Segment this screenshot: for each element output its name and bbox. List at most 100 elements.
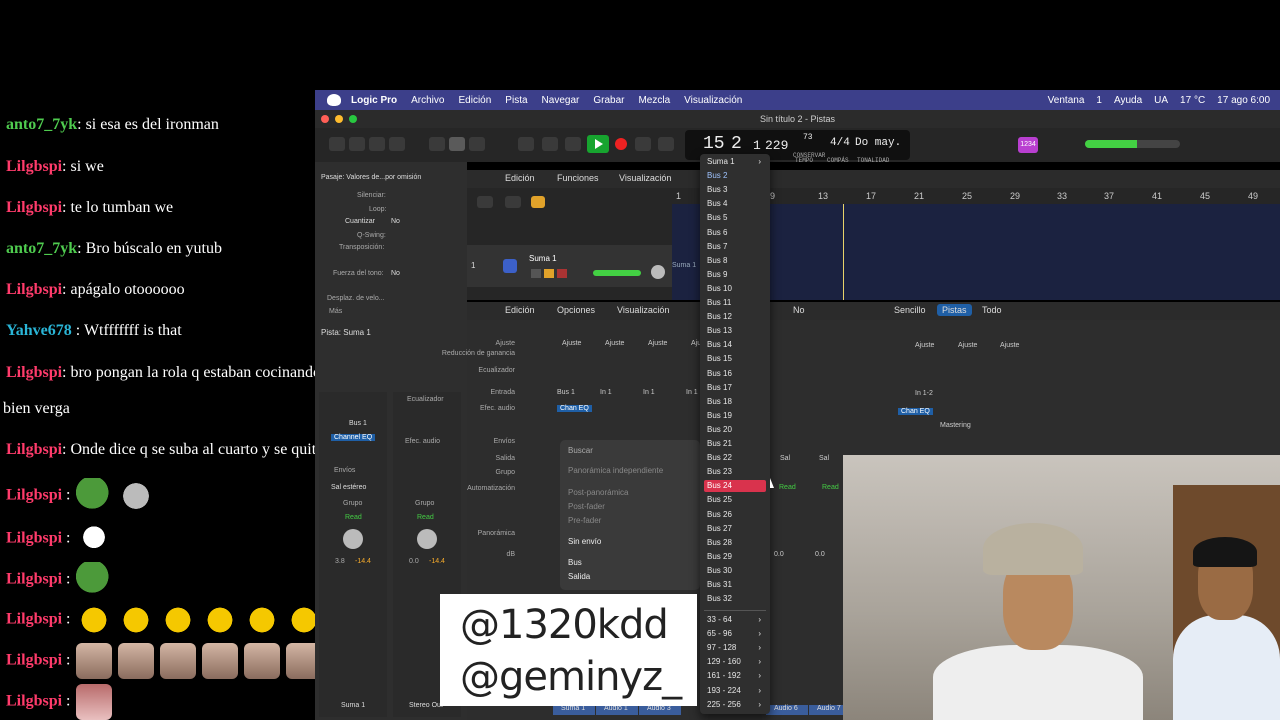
forward-icon[interactable]: [542, 137, 558, 151]
region-name[interactable]: Suma 1: [672, 262, 696, 269]
channel-name[interactable]: Audio 6: [774, 705, 798, 712]
solo-global-icon[interactable]: [531, 196, 545, 208]
bus-range-submenu[interactable]: 129 - 160 ›: [704, 656, 766, 668]
input-source[interactable]: UA: [1154, 95, 1168, 106]
bus-menu-item[interactable]: Bus 30: [704, 565, 766, 577]
bus-menu-item[interactable]: Bus 32: [704, 593, 766, 605]
send-item-bus[interactable]: Bus: [568, 558, 582, 567]
smart-controls-icon[interactable]: [429, 137, 445, 151]
mixer-icon[interactable]: [449, 137, 465, 151]
track-record-icon[interactable]: [557, 269, 567, 278]
bus-menu-item[interactable]: Bus 29: [704, 551, 766, 563]
mixer-input-in1-2[interactable]: In 1-2: [915, 390, 933, 397]
track-row[interactable]: 1 Suma 1: [467, 245, 672, 287]
bus-menu-item[interactable]: Bus 17: [704, 382, 766, 394]
bus-range-submenu[interactable]: 193 - 224 ›: [704, 685, 766, 697]
send-search-input[interactable]: Buscar: [568, 446, 593, 455]
mixer-input-slot[interactable]: In 1: [643, 389, 655, 396]
ajuste-slot[interactable]: Ajuste: [958, 342, 977, 349]
mixer-chan-eq[interactable]: Chan EQ: [557, 405, 592, 412]
tracks-menu-visualizacion[interactable]: Visualización: [619, 173, 671, 183]
mixer-chan-eq-2[interactable]: Chan EQ: [898, 408, 933, 415]
mixer-output-slot[interactable]: Sal: [780, 455, 790, 462]
bus-range-submenu[interactable]: 161 - 192 ›: [704, 670, 766, 682]
ajuste-slot[interactable]: Ajuste: [648, 340, 667, 347]
mixer-menu-edicion[interactable]: Edición: [505, 305, 535, 315]
send-item-postfader[interactable]: Post-fader: [568, 502, 605, 511]
menu-navegar[interactable]: Navegar: [542, 95, 580, 106]
ajuste-slot[interactable]: Ajuste: [605, 340, 624, 347]
bus-menu-item[interactable]: Bus 12: [704, 311, 766, 323]
bus-range-submenu[interactable]: 97 - 128 ›: [704, 642, 766, 654]
menu-pista[interactable]: Pista: [505, 95, 527, 106]
mixer-menu-opciones[interactable]: Opciones: [557, 305, 595, 315]
bus-menu-item[interactable]: Bus 10: [704, 283, 766, 295]
bus-menu-item[interactable]: Bus 2: [704, 170, 766, 182]
send-item-salida[interactable]: Salida: [568, 572, 590, 581]
mixer-mastering[interactable]: Mastering: [940, 422, 971, 429]
editors-icon[interactable]: [469, 137, 485, 151]
help-icon[interactable]: [369, 137, 385, 151]
bus-menu-item[interactable]: Bus 4: [704, 198, 766, 210]
mixer-filter-value[interactable]: No: [793, 305, 805, 315]
close-window-icon[interactable]: [321, 115, 329, 123]
bus-range-submenu[interactable]: 225 - 256 ›: [704, 699, 766, 711]
mixer-input-slot[interactable]: In 1: [686, 389, 698, 396]
ajuste-slot[interactable]: Ajuste: [915, 342, 934, 349]
bus-menu-item[interactable]: Bus 18: [704, 396, 766, 408]
bus-menu-item[interactable]: Bus 22: [704, 452, 766, 464]
mixer-automation-read[interactable]: Read: [779, 484, 796, 491]
track-volume-slider[interactable]: [593, 270, 641, 276]
track-solo-icon[interactable]: [544, 269, 554, 278]
send-item-sin-envio[interactable]: Sin envío: [568, 537, 601, 546]
menu-archivo[interactable]: Archivo: [411, 95, 444, 106]
weather-status[interactable]: 17 °C: [1180, 95, 1205, 106]
mixer-menu-visualizacion[interactable]: Visualización: [617, 305, 669, 315]
menu-visualizacion[interactable]: Visualización: [684, 95, 742, 106]
bus-range-submenu[interactable]: 65 - 96 ›: [704, 628, 766, 640]
menu-edicion[interactable]: Edición: [458, 95, 491, 106]
bus-menu-item[interactable]: Bus 7: [704, 241, 766, 253]
tracks-menu-funciones[interactable]: Funciones: [557, 173, 599, 183]
strip1-output[interactable]: Sal estéreo: [331, 484, 366, 491]
bus-menu-item[interactable]: Bus 5: [704, 212, 766, 224]
region-header[interactable]: Pasaje: Valores de...por omisión: [321, 174, 421, 181]
mixer-view-todo[interactable]: Todo: [982, 305, 1002, 315]
ajuste-slot[interactable]: Ajuste: [562, 340, 581, 347]
playhead[interactable]: [843, 204, 844, 300]
minimize-window-icon[interactable]: [335, 115, 343, 123]
mixer-input-slot[interactable]: In 1: [600, 389, 612, 396]
play-button[interactable]: [587, 135, 609, 153]
menu-mezcla[interactable]: Mezcla: [638, 95, 670, 106]
tracks-menu-edicion[interactable]: Edición: [505, 173, 535, 183]
send-item-independent[interactable]: Panorámica independiente: [568, 466, 663, 475]
strip1-group[interactable]: Grupo: [343, 500, 362, 507]
bus-menu-item[interactable]: Bus 20: [704, 424, 766, 436]
bus-menu-item[interactable]: Bus 21: [704, 438, 766, 450]
menu-app-name[interactable]: Logic Pro: [351, 95, 397, 106]
strip2-group[interactable]: Grupo: [415, 500, 434, 507]
menu-ventana[interactable]: Ventana: [1048, 95, 1085, 106]
insp-mas[interactable]: Más: [329, 308, 342, 315]
insp-cuantizar-value[interactable]: No: [391, 218, 400, 225]
bus-menu-item[interactable]: Bus 26: [704, 509, 766, 521]
inspector-icon[interactable]: [349, 137, 365, 151]
bus-menu-item[interactable]: Bus 24: [704, 480, 766, 493]
bus-menu-item[interactable]: Suma 1 ›: [704, 156, 766, 168]
menu-window-num[interactable]: 1: [1096, 95, 1102, 106]
track-name[interactable]: Suma 1: [529, 254, 557, 263]
send-item-prefader[interactable]: Pre-fader: [568, 516, 601, 525]
channel-name[interactable]: Audio 3: [647, 705, 671, 712]
strip2-automation[interactable]: Read: [417, 514, 434, 521]
apple-icon[interactable]: [327, 94, 341, 106]
rewind-icon[interactable]: [518, 137, 534, 151]
ajuste-slot[interactable]: Ajuste: [1000, 342, 1019, 349]
mixer-output-slot[interactable]: Sal: [819, 455, 829, 462]
cycle-icon[interactable]: [658, 137, 674, 151]
bus-menu-item[interactable]: Bus 15: [704, 353, 766, 365]
duplicate-track-icon[interactable]: [505, 196, 521, 208]
strip1-input[interactable]: Bus 1: [349, 420, 367, 427]
mixer-input-slot[interactable]: Bus 1: [557, 389, 575, 396]
track-header-label[interactable]: Pista: Suma 1: [321, 328, 371, 337]
bus-menu-item[interactable]: Bus 19: [704, 410, 766, 422]
